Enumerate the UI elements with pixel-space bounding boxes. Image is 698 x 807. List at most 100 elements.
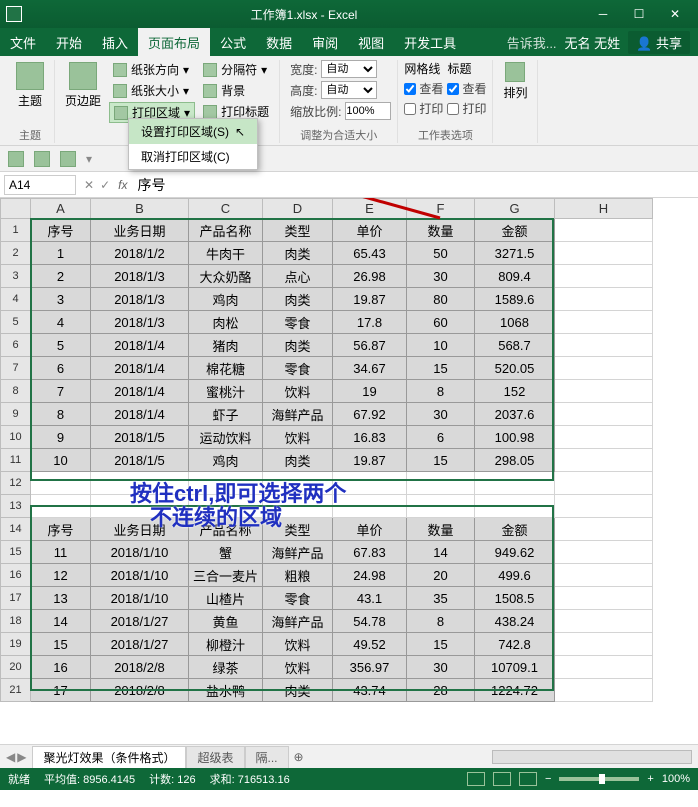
cell[interactable]: 运动饮料 [189,426,263,449]
cell[interactable] [555,564,653,587]
cell[interactable]: 6 [407,426,475,449]
cell[interactable]: 鸡肉 [189,449,263,472]
cell[interactable] [475,472,555,495]
cell[interactable]: 13 [31,587,91,610]
cell[interactable]: 356.97 [333,656,407,679]
arrange-button[interactable]: 排列 [499,60,531,127]
cell[interactable]: 1 [31,242,91,265]
column-header[interactable]: D [263,199,333,219]
row-header[interactable]: 21 [1,679,31,702]
cell[interactable]: 2018/1/10 [91,564,189,587]
cell[interactable] [555,495,653,518]
cell[interactable]: 饮料 [263,426,333,449]
cell[interactable]: 4 [31,311,91,334]
formula-input[interactable] [133,175,698,195]
cell[interactable]: 14 [407,541,475,564]
zoom-in-button[interactable]: + [647,773,653,785]
tab-home[interactable]: 开始 [46,28,92,56]
cell[interactable]: 饮料 [263,656,333,679]
row-header[interactable]: 6 [1,334,31,357]
cell[interactable]: 虾子 [189,403,263,426]
cell[interactable]: 鸡肉 [189,288,263,311]
enter-icon[interactable]: ✓ [100,178,110,192]
zoom-slider[interactable] [559,777,639,781]
cell[interactable] [555,656,653,679]
row-header[interactable]: 13 [1,495,31,518]
cell[interactable]: 809.4 [475,265,555,288]
tab-file[interactable]: 文件 [0,28,46,56]
cell[interactable]: 肉类 [263,449,333,472]
cell[interactable] [555,265,653,288]
cell[interactable]: 43.74 [333,679,407,702]
cell[interactable]: 点心 [263,265,333,288]
cell[interactable]: 9 [31,426,91,449]
row-header[interactable]: 8 [1,380,31,403]
cell[interactable]: 三合一麦片 [189,564,263,587]
cell[interactable]: 30 [407,265,475,288]
cell[interactable]: 2018/1/27 [91,633,189,656]
cell[interactable] [555,334,653,357]
cell[interactable]: 16 [31,656,91,679]
cell[interactable]: 12 [31,564,91,587]
cell[interactable]: 15 [31,633,91,656]
cell[interactable]: 2 [31,265,91,288]
cell[interactable] [407,495,475,518]
cell[interactable]: 11 [31,541,91,564]
cell[interactable] [555,541,653,564]
cell[interactable]: 零食 [263,357,333,380]
cancel-icon[interactable]: ✕ [84,178,94,192]
cell[interactable]: 14 [31,610,91,633]
gridlines-view-check[interactable]: 查看 [404,80,443,97]
cell[interactable]: 15 [407,633,475,656]
cell[interactable]: 饮料 [263,380,333,403]
margins-button[interactable]: 页边距 [61,60,105,127]
qat-redo-icon[interactable] [60,151,76,167]
orientation-button[interactable]: 纸张方向 ▾ [109,60,195,79]
cell[interactable]: 柳橙汁 [189,633,263,656]
view-normal-icon[interactable] [467,772,485,786]
cell[interactable]: 5 [31,334,91,357]
row-header[interactable]: 9 [1,403,31,426]
cell[interactable]: 438.24 [475,610,555,633]
user-name[interactable]: 无名 无姓 [565,33,621,52]
cell[interactable]: 34.67 [333,357,407,380]
cell[interactable] [555,357,653,380]
cell[interactable]: 大众奶酪 [189,265,263,288]
cell[interactable]: 2018/1/3 [91,311,189,334]
cell[interactable]: 2018/1/4 [91,334,189,357]
cell[interactable]: 2018/1/10 [91,587,189,610]
cell[interactable] [475,495,555,518]
cell[interactable]: 100.98 [475,426,555,449]
scale-input[interactable] [345,102,391,120]
cell[interactable]: 产品名称 [189,219,263,242]
cell[interactable]: 零食 [263,587,333,610]
cell[interactable]: 3271.5 [475,242,555,265]
cell[interactable]: 海鲜产品 [263,403,333,426]
cell[interactable]: 10 [407,334,475,357]
row-header[interactable]: 16 [1,564,31,587]
cell[interactable]: 2018/1/27 [91,610,189,633]
cell[interactable] [555,449,653,472]
close-button[interactable]: ✕ [658,4,692,24]
headings-print-check[interactable]: 打印 [447,100,486,117]
cell[interactable]: 60 [407,311,475,334]
cell[interactable]: 6 [31,357,91,380]
restore-button[interactable]: ☐ [622,4,656,24]
cell[interactable] [555,288,653,311]
cell[interactable]: 17 [31,679,91,702]
cell[interactable]: 类型 [263,219,333,242]
cell[interactable]: 15 [407,357,475,380]
cell[interactable]: 43.1 [333,587,407,610]
cell[interactable]: 7 [31,380,91,403]
tab-review[interactable]: 审阅 [302,28,348,56]
cell[interactable] [555,610,653,633]
cell[interactable] [555,679,653,702]
cell[interactable]: 35 [407,587,475,610]
cell[interactable]: 3 [31,288,91,311]
zoom-value[interactable]: 100% [662,773,690,785]
column-header[interactable]: A [31,199,91,219]
tab-formulas[interactable]: 公式 [210,28,256,56]
cell[interactable]: 绿茶 [189,656,263,679]
cell[interactable]: 牛肉干 [189,242,263,265]
cell[interactable]: 56.87 [333,334,407,357]
